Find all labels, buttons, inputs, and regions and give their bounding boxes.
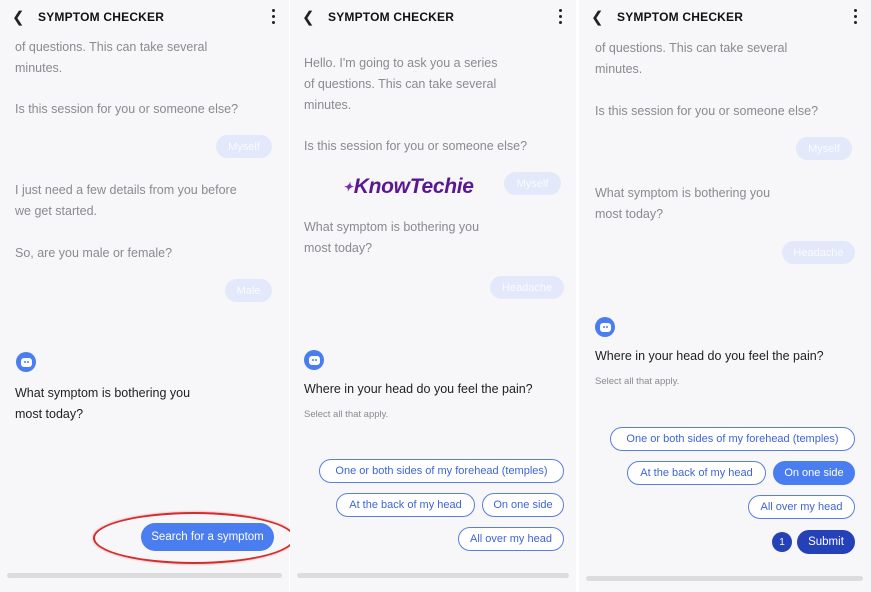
bot-message-symptom: What symptom is bothering you most today… (15, 386, 191, 421)
app-header: ❮ SYMPTOM CHECKER (0, 0, 289, 34)
bot-message-gender: So, are you male or female? (15, 246, 173, 260)
option-back-of-head[interactable]: At the back of my head (627, 461, 766, 485)
bot-message-session: Is this session for you or someone else? (595, 104, 819, 118)
page-title: SYMPTOM CHECKER (38, 10, 165, 24)
bot-message-symptom: What symptom is bothering you most today… (304, 220, 480, 255)
option-all-over[interactable]: All over my head (458, 527, 564, 551)
page-title: SYMPTOM CHECKER (617, 10, 744, 24)
bot-message-symptom: What symptom is bothering you most today… (595, 186, 771, 221)
bot-message-intro: Hello. I'm going to ask you a series of … (304, 56, 498, 112)
chat-screen-3: ❮ SYMPTOM CHECKER of questions. This can… (579, 0, 871, 592)
user-reply-session: Myself (216, 135, 272, 158)
hint-text: Select all that apply. (595, 376, 680, 387)
chevron-left-icon[interactable]: ❮ (302, 10, 318, 25)
chevron-left-icon[interactable]: ❮ (12, 10, 28, 25)
watermark-text: KnowTechie (353, 175, 474, 198)
user-reply-session: Myself (504, 172, 561, 195)
scrollbar[interactable] (7, 573, 282, 578)
chat-screen-1: ❮ SYMPTOM CHECKER of questions. This can… (0, 0, 289, 592)
option-back-of-head[interactable]: At the back of my head (336, 493, 475, 517)
chat-screen-2: ❮ SYMPTOM CHECKER Hello. I'm going to as… (290, 0, 576, 592)
page-title: SYMPTOM CHECKER (328, 10, 455, 24)
bot-message-intro: of questions. This can take several minu… (595, 41, 788, 76)
bot-message-session: Is this session for you or someone else? (15, 102, 239, 116)
more-vert-icon[interactable] (271, 9, 275, 24)
bot-question: Where in your head do you feel the pain? (595, 349, 824, 363)
bot-question: Where in your head do you feel the pain? (304, 382, 533, 396)
option-one-side-selected[interactable]: On one side (773, 461, 855, 485)
app-header: ❮ SYMPTOM CHECKER (579, 0, 871, 34)
sparkle-icon: ✦ (343, 180, 353, 194)
user-reply-symptom: Headache (782, 241, 855, 264)
option-forehead[interactable]: One or both sides of my forehead (temple… (319, 459, 564, 483)
bot-avatar-icon (304, 350, 324, 370)
scrollbar[interactable] (586, 576, 863, 581)
more-vert-icon[interactable] (558, 9, 562, 24)
option-one-side[interactable]: On one side (482, 493, 564, 517)
user-reply-session: Myself (796, 137, 852, 160)
chevron-left-icon[interactable]: ❮ (591, 10, 607, 25)
option-all-over[interactable]: All over my head (748, 495, 855, 519)
watermark-logo: ✦ KnowTechie (343, 175, 474, 199)
user-reply-gender: Male (225, 279, 272, 302)
user-reply-symptom: Headache (490, 276, 564, 299)
submit-button[interactable]: Submit (797, 530, 855, 554)
bot-avatar-icon (595, 317, 615, 337)
selected-count-badge: 1 (772, 532, 792, 552)
bot-message-details: I just need a few details from you befor… (15, 183, 237, 218)
option-forehead[interactable]: One or both sides of my forehead (temple… (610, 427, 855, 451)
hint-text: Select all that apply. (304, 409, 389, 420)
bot-avatar-icon (16, 352, 36, 372)
bot-message-session: Is this session for you or someone else? (304, 139, 528, 153)
more-vert-icon[interactable] (853, 9, 857, 24)
scrollbar[interactable] (297, 573, 569, 578)
annotation-circle (93, 512, 295, 564)
app-header: ❮ SYMPTOM CHECKER (290, 0, 576, 34)
bot-message-intro: of questions. This can take several minu… (15, 40, 208, 75)
